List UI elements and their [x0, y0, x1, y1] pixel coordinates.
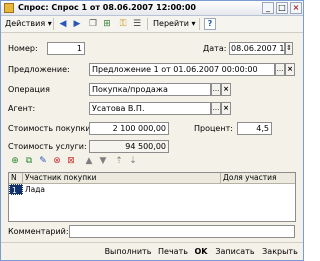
move-up-icon[interactable]: ▲ — [83, 155, 95, 167]
date-spinner[interactable]: ⇕ — [285, 42, 293, 55]
toolbar-separator — [53, 18, 54, 30]
delete-row-icon[interactable]: ⊗ — [51, 155, 63, 167]
chevron-down-icon: ▾ — [191, 19, 196, 28]
actions-label: Действия — [5, 19, 46, 28]
copy-row-icon[interactable]: ⧉ — [23, 155, 35, 167]
move-down-icon[interactable]: ▼ — [97, 155, 109, 167]
agent-clear-button[interactable]: × — [221, 102, 231, 115]
actions-menu[interactable]: Действия ▾ — [5, 17, 52, 31]
agent-field[interactable]: Усатова В.П. — [89, 102, 211, 115]
participants-table: N Участник покупки Доля участия 1 Лада — [8, 172, 296, 222]
participant-cell[interactable]: Лада — [23, 184, 221, 195]
window-title: Спрос: Спрос 1 от 08.06.2007 12:00:00 — [18, 3, 196, 12]
goto-menu[interactable]: Перейти ▾ — [153, 17, 196, 31]
row-number-cell[interactable]: 1 — [9, 184, 23, 195]
column-header-n[interactable]: N — [9, 173, 23, 184]
execute-button[interactable]: Выполнить — [104, 245, 152, 259]
save-button[interactable]: Записать — [213, 245, 257, 259]
column-header-participant[interactable]: Участник покупки — [23, 173, 221, 184]
service-cost-field: 94 500,00 — [89, 140, 169, 153]
key-icon[interactable]: ⚿ — [117, 18, 129, 30]
offer-select-button[interactable]: ... — [275, 63, 285, 76]
date-label: Дата: — [203, 44, 227, 53]
purchase-cost-label: Стоимость покупки: — [8, 124, 94, 133]
toolbar-separator — [147, 18, 148, 30]
sort-descending-icon[interactable]: ⇣ — [127, 155, 139, 167]
offer-label: Предложение: — [8, 65, 70, 74]
back-icon[interactable]: ◀ — [57, 18, 69, 30]
forward-icon[interactable]: ▶ — [71, 18, 83, 30]
offer-clear-button[interactable]: × — [285, 63, 295, 76]
column-header-share[interactable]: Доля участия — [221, 173, 295, 184]
document-icon — [4, 3, 14, 13]
ok-button[interactable]: OK — [193, 245, 209, 259]
add-row-icon[interactable]: ⊕ — [9, 155, 21, 167]
comment-field[interactable] — [69, 225, 295, 238]
toolbar-separator — [199, 18, 200, 30]
chevron-down-icon: ▾ — [47, 19, 52, 28]
close-button[interactable]: Закрыть — [259, 245, 301, 259]
close-window-button[interactable]: × — [290, 2, 302, 14]
maximize-button[interactable]: □ — [276, 2, 288, 14]
print-button[interactable]: Печать — [156, 245, 190, 259]
structure-icon[interactable]: ⊞ — [101, 18, 113, 30]
comment-label: Комментарий: — [8, 227, 69, 236]
service-cost-label: Стоимость услуги: — [8, 142, 87, 151]
edit-row-icon[interactable]: ✎ — [37, 155, 49, 167]
bottom-button-bar: Выполнить Печать OK Записать Закрыть — [1, 242, 303, 260]
percent-label: Процент: — [194, 124, 233, 133]
share-cell[interactable] — [221, 184, 295, 195]
agent-select-button[interactable]: ... — [211, 102, 221, 115]
help-icon[interactable]: ? — [204, 18, 216, 30]
operation-clear-button[interactable]: × — [221, 83, 231, 96]
offer-field[interactable]: Предложение 1 от 01.06.2007 00:00:00 — [89, 63, 275, 76]
goto-label: Перейти — [153, 19, 189, 28]
copy-icon[interactable]: ❐ — [87, 18, 99, 30]
purchase-cost-field[interactable]: 2 100 000,00 — [89, 122, 169, 135]
spin-icon: ⇕ — [286, 44, 292, 52]
title-bar: Спрос: Спрос 1 от 08.06.2007 12:00:00 _ … — [1, 1, 303, 16]
minimize-button[interactable]: _ — [262, 2, 274, 14]
operation-label: Операция — [8, 85, 50, 94]
operation-field[interactable]: Покупка/продажа — [89, 83, 211, 96]
number-label: Номер: — [8, 44, 38, 53]
toolbar: Действия ▾ ◀ ▶ ❐ ⊞ ⚿ ☰ Перейти ▾ ? — [1, 16, 303, 33]
date-field[interactable]: 08.06.2007 12 — [229, 42, 285, 55]
number-field[interactable]: 1 — [47, 42, 85, 55]
percent-field[interactable]: 4,5 — [237, 122, 272, 135]
sort-ascending-icon[interactable]: ⇡ — [113, 155, 125, 167]
operation-select-button[interactable]: ... — [211, 83, 221, 96]
document-list-icon[interactable]: ☰ — [131, 18, 143, 30]
agent-label: Агент: — [8, 104, 36, 113]
document-window: Спрос: Спрос 1 от 08.06.2007 12:00:00 _ … — [0, 0, 304, 261]
clear-rows-icon[interactable]: ⊠ — [65, 155, 77, 167]
